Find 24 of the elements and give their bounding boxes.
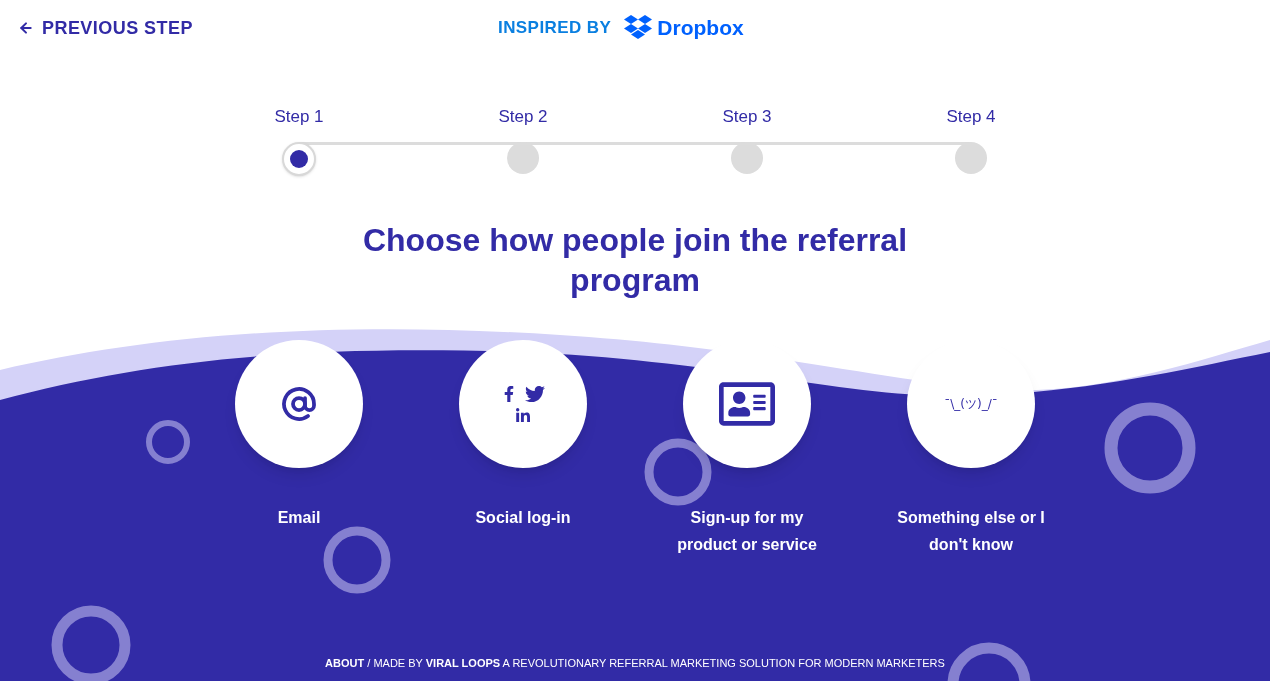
- step-label: Step 2: [498, 106, 548, 128]
- previous-step-link[interactable]: PREVIOUS STEP: [18, 14, 498, 42]
- box-logo-icon: [623, 14, 654, 42]
- ring-decoration: [146, 420, 190, 464]
- option-label: Sign-up for my product or service: [676, 507, 818, 555]
- step-label: Step 4: [946, 106, 996, 128]
- option-label: Email: [276, 507, 322, 528]
- inspired-label: INSPIRED BY: [498, 17, 612, 40]
- ring-decoration: [644, 438, 712, 506]
- step-label: Step 1: [274, 106, 324, 128]
- shrug-symbol: ¯\_(ツ)_/¯: [944, 395, 998, 413]
- brand-name: Dropbox: [657, 15, 744, 42]
- about-link[interactable]: ABOUT: [325, 656, 365, 669]
- option-label: Social log-in: [474, 507, 572, 528]
- at-sign-icon: [281, 385, 317, 422]
- twitter-icon: [525, 383, 545, 404]
- viral-loops-link[interactable]: VIRAL LOOPS: [425, 656, 501, 669]
- option-button[interactable]: ¯\_(ツ)_/¯: [907, 339, 1035, 468]
- step-label: Step 3: [722, 106, 772, 128]
- page-title: Choose how people join the referral program: [361, 220, 909, 300]
- footer-text: ABOUT / MADE BY VIRAL LOOPS A REVOLUTIONARY REFERRAL MARKETING SOLUTION FOR MODERN MARKETERS: [325, 655, 945, 671]
- ring-decoration: [323, 526, 391, 594]
- option-label: Something else or I don't know: [896, 507, 1046, 555]
- linkedin-icon: [515, 407, 531, 424]
